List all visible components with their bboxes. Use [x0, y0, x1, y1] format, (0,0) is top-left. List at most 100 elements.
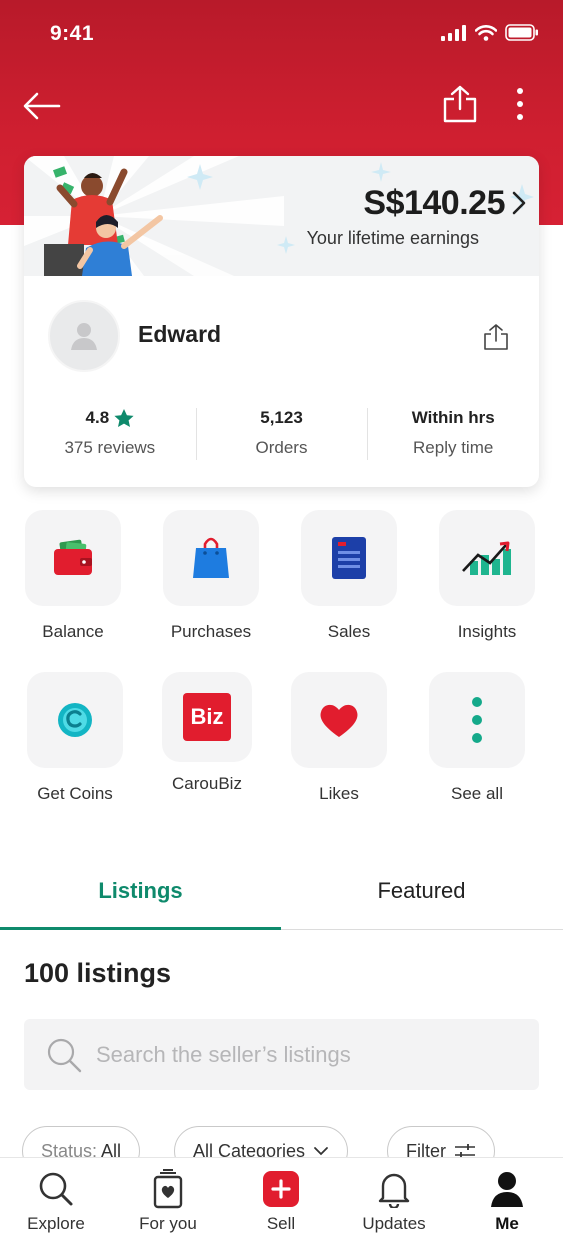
nav-sell[interactable]: Sell — [225, 1168, 337, 1234]
nav-updates[interactable]: Updates — [338, 1168, 450, 1234]
nav-explore[interactable]: Explore — [0, 1168, 112, 1234]
action-label: Get Coins — [37, 784, 113, 803]
share-icon — [443, 85, 477, 123]
rating-value: 4.8 — [85, 408, 110, 427]
receipt-icon — [332, 537, 366, 579]
action-tile — [27, 672, 123, 768]
more-vertical-icon — [472, 697, 482, 743]
tab-listings[interactable]: Listings — [0, 878, 281, 904]
action-tile — [301, 510, 397, 606]
sliders-icon — [455, 1144, 475, 1158]
orders-label: Orders — [255, 438, 308, 457]
user-placeholder-icon — [71, 323, 97, 350]
biz-icon: Biz — [183, 693, 231, 741]
nav-label: Explore — [27, 1214, 85, 1233]
sell-plus-icon — [263, 1171, 299, 1207]
action-tile — [25, 510, 121, 606]
reviews-count: 375 reviews — [64, 438, 156, 457]
share-icon[interactable] — [482, 323, 510, 351]
stat-reply-time: Within hrs Reply time — [367, 406, 539, 462]
nav-label: For you — [139, 1214, 197, 1233]
nav-label: Me — [495, 1214, 519, 1233]
nav-me[interactable]: Me — [451, 1168, 563, 1234]
filter-label: Filter — [406, 1140, 446, 1159]
heart-icon — [320, 704, 358, 737]
plus-icon — [271, 1179, 291, 1199]
more-dot — [517, 101, 523, 107]
user-name: Edward — [138, 321, 222, 347]
shopping-bag-icon — [193, 537, 229, 578]
signal-icon — [441, 24, 466, 41]
action-tile — [291, 672, 387, 768]
status-bar: 9:41 — [0, 0, 563, 70]
action-caroubiz[interactable]: Biz CarouBiz — [147, 672, 267, 794]
action-get-coins[interactable]: Get Coins — [15, 672, 135, 804]
person-icon — [491, 1172, 523, 1207]
profile-stats: 4.8 375 reviews 5,123 Orders Within hrs … — [24, 406, 539, 462]
filter-chip[interactable]: Filter — [387, 1126, 495, 1158]
wallet-icon — [54, 539, 92, 575]
status-filter-chip[interactable]: Status: All — [22, 1126, 141, 1159]
nav-for-you[interactable]: For you — [112, 1168, 224, 1234]
search-input[interactable] — [96, 1019, 526, 1090]
more-options-button[interactable] — [508, 84, 532, 124]
status-filter-prefix: Status: — [41, 1140, 98, 1159]
nav-label: Updates — [362, 1214, 426, 1233]
action-tile: Biz — [162, 672, 252, 762]
status-time: 9:41 — [50, 22, 95, 45]
reply-time-label: Reply time — [413, 438, 494, 457]
bottom-navigation: Explore For you Sell Updates Me — [0, 1157, 563, 1241]
nav-label: Sell — [266, 1214, 296, 1233]
action-label: Sales — [327, 622, 371, 641]
lifetime-earnings-label: Your lifetime earnings — [306, 228, 479, 248]
action-label: See all — [451, 784, 503, 803]
earnings-banner[interactable]: S$140.25 Your lifetime earnings — [24, 156, 539, 276]
battery-icon — [505, 24, 538, 41]
chevron-down-icon — [314, 1147, 328, 1156]
coin-icon — [58, 703, 92, 737]
category-filter-label: All Categories — [193, 1140, 306, 1159]
back-arrow-icon — [23, 92, 61, 120]
search-icon — [47, 1038, 82, 1073]
star-icon — [114, 408, 134, 427]
stat-orders: 5,123 Orders — [195, 406, 368, 462]
share-profile-button[interactable] — [440, 84, 480, 124]
top-navigation — [0, 80, 563, 130]
action-tile — [439, 510, 535, 606]
action-label: Balance — [42, 622, 104, 641]
stat-reviews[interactable]: 4.8 375 reviews — [24, 406, 196, 462]
search-icon — [39, 1172, 73, 1206]
action-likes[interactable]: Likes — [279, 672, 399, 804]
action-see-all[interactable]: See all — [417, 672, 537, 804]
action-balance[interactable]: Balance — [13, 510, 133, 642]
reply-time-value: Within hrs — [411, 408, 495, 427]
tab-featured[interactable]: Featured — [281, 878, 562, 904]
avatar[interactable] — [48, 300, 120, 372]
listings-count: 100 listings — [24, 958, 172, 988]
chevron-right-icon — [512, 191, 526, 215]
listings-search-box[interactable] — [24, 1019, 539, 1090]
action-tile — [429, 672, 525, 768]
action-label: CarouBiz — [172, 774, 242, 793]
biz-badge-text: Biz — [190, 704, 224, 729]
status-icons — [441, 24, 539, 41]
more-dot — [517, 88, 523, 94]
action-label: Purchases — [170, 622, 252, 641]
action-label: Likes — [319, 784, 359, 803]
status-filter-value: All — [101, 1140, 122, 1159]
action-insights[interactable]: Insights — [427, 510, 547, 642]
bell-icon — [378, 1173, 410, 1208]
action-tile — [163, 510, 259, 606]
for-you-icon — [153, 1169, 183, 1209]
orders-value: 5,123 — [260, 408, 303, 427]
back-button[interactable] — [22, 86, 62, 126]
profile-card: S$140.25 Your lifetime earnings Edward 4… — [24, 156, 539, 487]
lifetime-earnings-amount: S$140.25 — [363, 184, 505, 222]
action-sales[interactable]: Sales — [289, 510, 409, 642]
filter-chips: Status: All All Categories Filter — [22, 1126, 563, 1158]
wifi-icon — [475, 24, 497, 41]
more-dot — [517, 114, 523, 120]
action-purchases[interactable]: Purchases — [151, 510, 271, 642]
category-filter-chip[interactable]: All Categories — [174, 1126, 349, 1159]
active-tab-indicator — [0, 927, 281, 930]
